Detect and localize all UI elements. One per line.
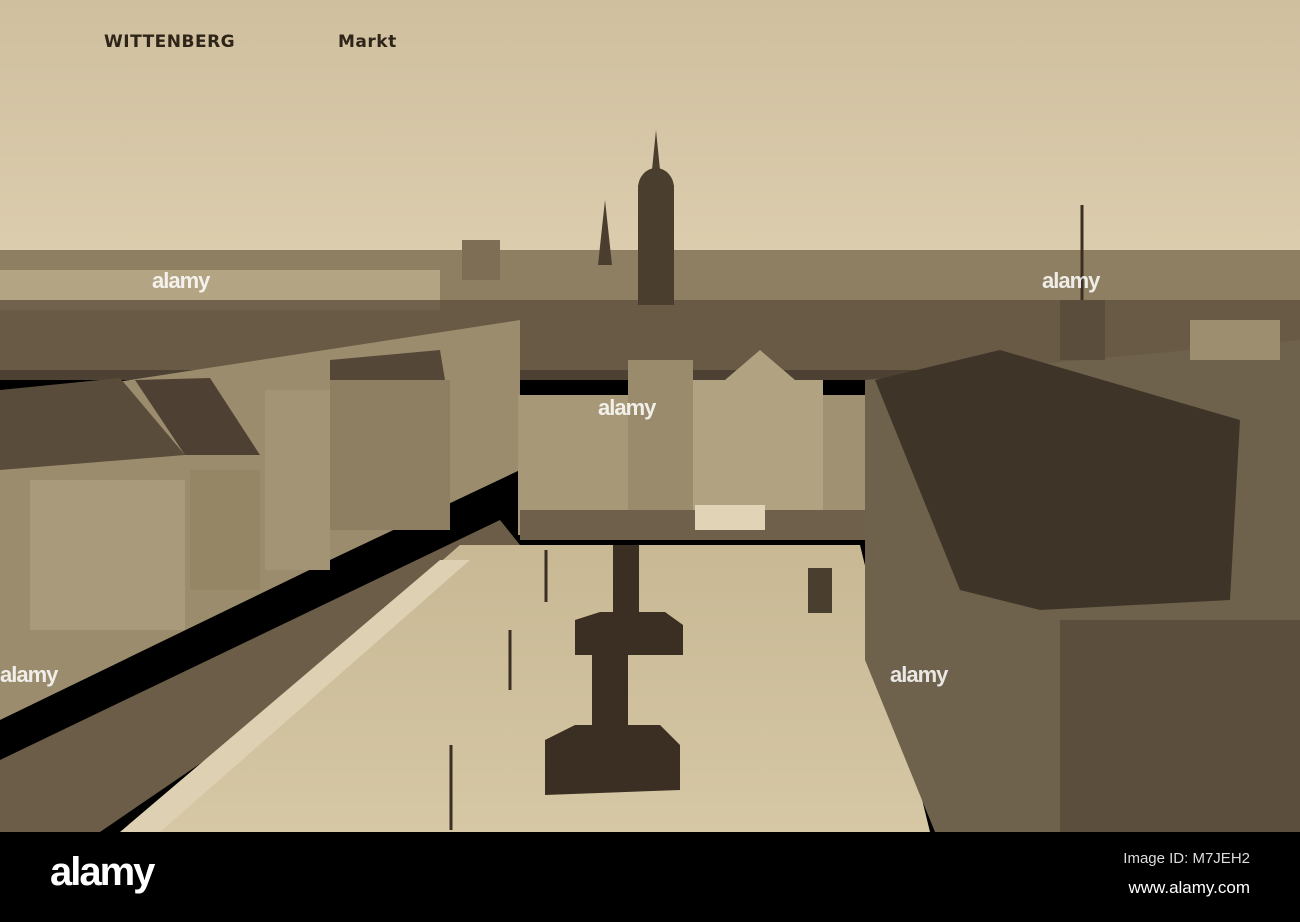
- postcard-caption-place: Markt: [338, 32, 397, 52]
- alamy-logo: alamy: [50, 850, 155, 894]
- watermark: alamy: [598, 395, 656, 420]
- site-url: www.alamy.com: [1128, 878, 1250, 897]
- image-id: Image ID: M7JEH2: [1123, 850, 1250, 867]
- watermark: alamy: [152, 268, 210, 293]
- watermark: alamy: [890, 662, 948, 687]
- postcard-caption-city: WITTENBERG: [104, 32, 236, 52]
- stock-footer: alamy Image ID: M7JEH2 www.alamy.com: [0, 832, 1300, 922]
- watermark: alamy: [1042, 268, 1100, 293]
- watermark: alamy: [0, 662, 58, 687]
